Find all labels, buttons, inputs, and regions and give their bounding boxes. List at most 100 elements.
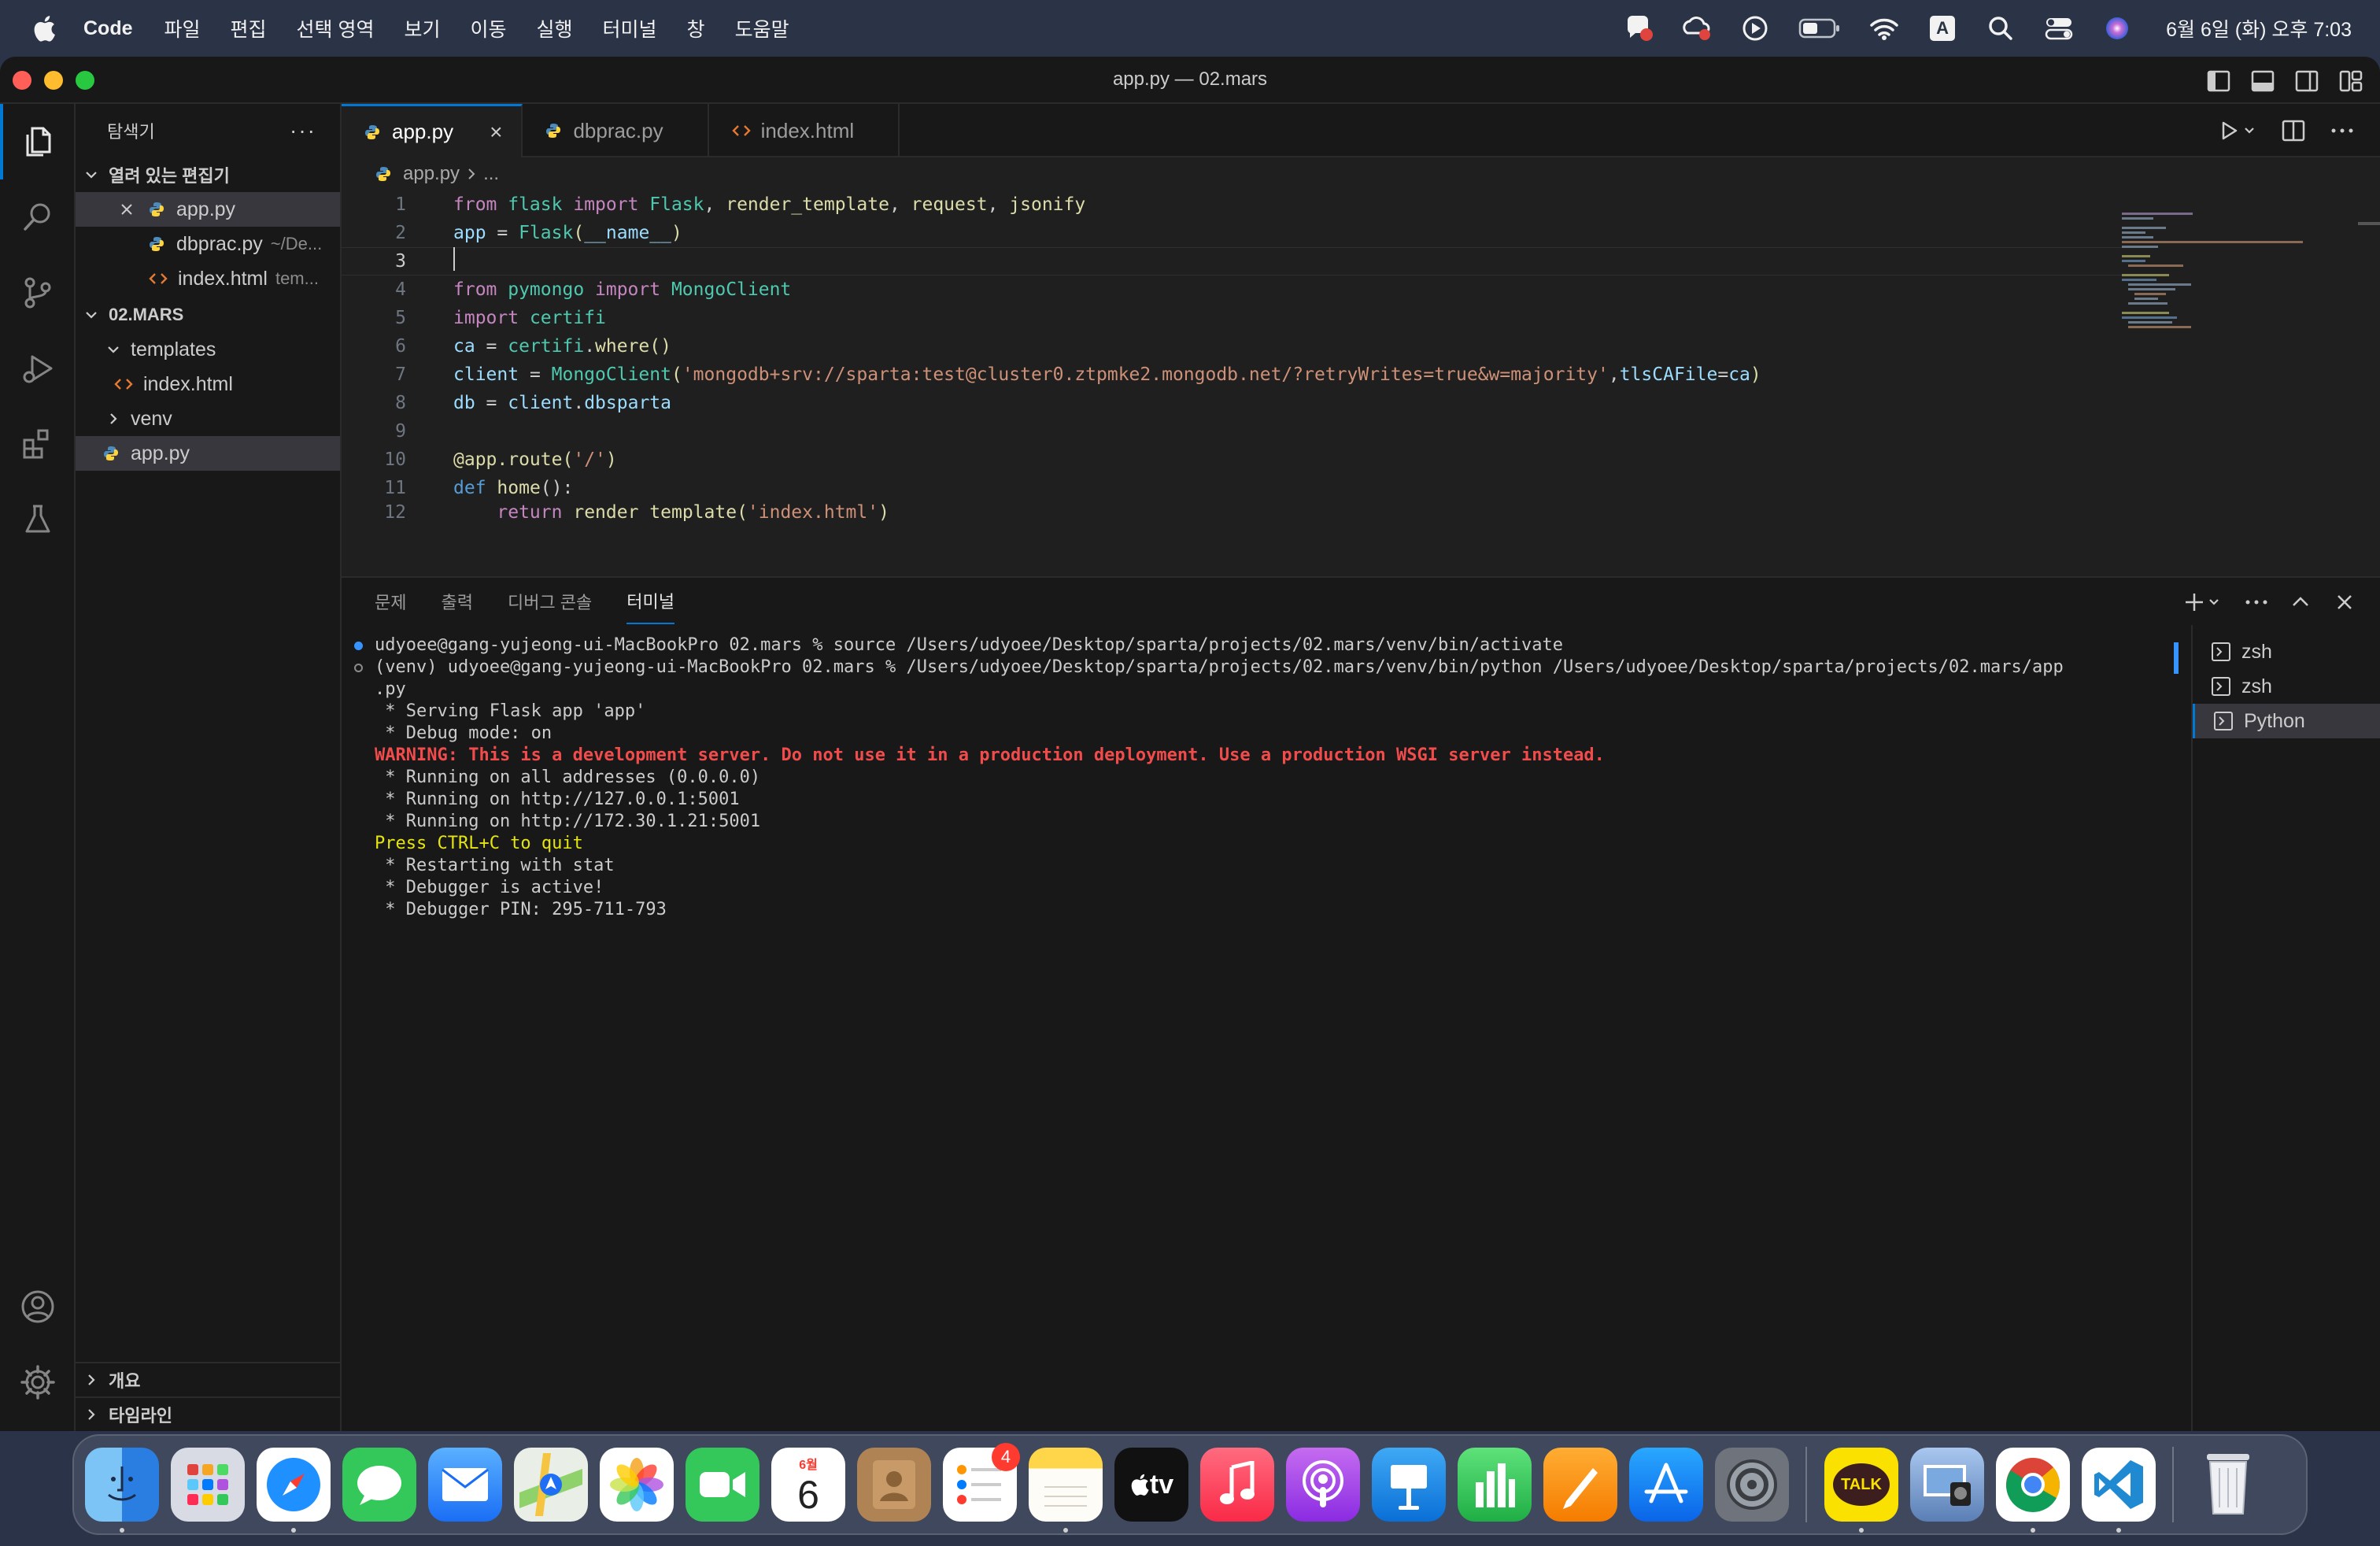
code-line[interactable]: 10 @app.route('/') [342, 446, 2152, 474]
trash-icon[interactable] [2191, 1448, 2265, 1522]
testing-flask-icon[interactable] [0, 482, 76, 557]
tab-output[interactable]: 출력 [441, 579, 472, 623]
terminal-output[interactable]: udyoee@gang-yujeong-ui-MacBookPro 02.mar… [342, 634, 2183, 921]
toggle-secondary-sidebar-icon[interactable] [2293, 68, 2320, 94]
extensions-icon[interactable] [0, 406, 76, 482]
run-python-file-icon[interactable] [2218, 117, 2259, 145]
open-editor-item-app-py[interactable]: app.py [76, 192, 340, 227]
menu-selection[interactable]: 선택 영역 [297, 14, 375, 43]
menu-run[interactable]: 실행 [537, 14, 573, 43]
timeline-section[interactable]: 타임라인 [76, 1396, 340, 1431]
open-editor-item-dbprac-py[interactable]: dbprac.py ~/De... [76, 227, 340, 261]
tab-terminal[interactable]: 터미널 [626, 579, 675, 624]
safari-icon[interactable] [257, 1448, 331, 1533]
window-minimize-button[interactable] [44, 71, 63, 90]
new-terminal-icon[interactable] [2185, 590, 2224, 614]
terminal-item-python[interactable]: Python [2193, 704, 2380, 738]
menu-file[interactable]: 파일 [164, 14, 201, 43]
app-menu-code[interactable]: Code [83, 17, 133, 40]
maps-icon[interactable] [514, 1448, 588, 1522]
settings-gear-icon[interactable] [0, 1344, 76, 1420]
play-circle-icon[interactable] [1739, 13, 1771, 44]
code-line-current[interactable]: 3 [342, 247, 2152, 276]
window-zoom-button[interactable] [76, 71, 94, 90]
wifi-icon[interactable] [1868, 13, 1900, 44]
file-app-py[interactable]: app.py [76, 436, 340, 471]
code-line[interactable]: 12 return render_template('index.html') [342, 502, 2152, 521]
kakaotalk-icon[interactable]: TALK [1824, 1448, 1898, 1533]
terminal-item-zsh-2[interactable]: zsh [2193, 669, 2380, 704]
close-panel-icon[interactable] [2333, 590, 2356, 614]
code-line[interactable]: 4 from pymongo import MongoClient [342, 276, 2152, 304]
menu-edit[interactable]: 편집 [231, 14, 267, 43]
folder-venv[interactable]: venv [76, 401, 340, 436]
notes-icon[interactable] [1029, 1448, 1103, 1533]
file-index-html[interactable]: index.html [76, 367, 340, 401]
code-line[interactable]: 1 from flask import Flask, render_templa… [342, 190, 2152, 219]
terminal-scrollbar[interactable] [2174, 642, 2179, 674]
split-editor-icon[interactable] [2279, 117, 2308, 145]
input-source-icon[interactable]: A [1927, 13, 1958, 44]
explorer-icon[interactable] [0, 104, 76, 179]
terminal-item-zsh-1[interactable]: zsh [2193, 634, 2380, 669]
mail-icon[interactable] [428, 1448, 502, 1522]
photos-icon[interactable] [600, 1448, 674, 1522]
menu-terminal[interactable]: 터미널 [603, 14, 657, 43]
command-running-dot[interactable] [354, 664, 363, 672]
tab-problems[interactable]: 문제 [375, 579, 406, 623]
window-close-button[interactable] [13, 71, 31, 90]
code-line[interactable]: 2 app = Flask(__name__) [342, 219, 2152, 247]
folder-templates[interactable]: templates [76, 332, 340, 367]
keynote-icon[interactable] [1372, 1448, 1446, 1522]
menu-window[interactable]: 창 [687, 14, 705, 43]
tab-close-icon[interactable]: × [490, 120, 502, 145]
customize-layout-icon[interactable] [2338, 68, 2364, 94]
project-folder-section[interactable]: 02.MARS [76, 298, 340, 332]
code-line[interactable]: 9 [342, 417, 2152, 446]
code-line[interactable]: 7 client = MongoClient('mongodb+srv://sp… [342, 361, 2152, 389]
command-success-dot[interactable] [354, 642, 363, 650]
terminal-link-text[interactable]: * Running on http://172.30.1.21:5001 [375, 812, 760, 831]
messages-icon[interactable] [342, 1448, 416, 1522]
close-icon[interactable] [118, 201, 135, 218]
menu-go[interactable]: 이동 [471, 14, 507, 43]
numbers-icon[interactable] [1458, 1448, 1532, 1522]
code-line[interactable]: 5 import certifi [342, 304, 2152, 332]
explorer-more-actions[interactable]: ··· [290, 118, 316, 143]
music-icon[interactable] [1200, 1448, 1274, 1522]
accounts-icon[interactable] [0, 1269, 76, 1344]
calendar-icon[interactable]: 6월 6 [771, 1448, 845, 1522]
tab-app-py[interactable]: app.py × [342, 104, 523, 157]
more-actions-icon[interactable] [2245, 590, 2268, 614]
toggle-panel-icon[interactable] [2249, 68, 2276, 94]
pages-icon[interactable] [1543, 1448, 1617, 1522]
spotlight-search-icon[interactable] [1985, 13, 2016, 44]
finder-icon[interactable] [85, 1448, 159, 1533]
facetime-icon[interactable] [686, 1448, 759, 1522]
tab-dbprac-py[interactable]: dbprac.py [523, 104, 709, 157]
vscode-icon[interactable] [2082, 1448, 2156, 1533]
terminal-link-text[interactable]: * Running on http://127.0.0.1:5001 [375, 790, 739, 809]
contacts-icon[interactable] [857, 1448, 931, 1522]
source-control-icon[interactable] [0, 255, 76, 331]
apple-tv-icon[interactable]: tv [1114, 1448, 1188, 1522]
run-and-debug-icon[interactable] [0, 331, 76, 406]
reminders-icon[interactable]: 4 [943, 1443, 1020, 1522]
tab-index-html[interactable]: index.html [709, 104, 900, 157]
podcasts-icon[interactable] [1286, 1448, 1360, 1522]
open-editors-section[interactable]: 열려 있는 편집기 [76, 157, 340, 192]
app-store-icon[interactable] [1629, 1448, 1703, 1522]
more-actions-icon[interactable] [2328, 117, 2356, 145]
code-line[interactable]: 8 db = client.dbsparta [342, 389, 2152, 417]
outline-section[interactable]: 개요 [76, 1362, 340, 1396]
apple-logo-icon[interactable] [30, 13, 58, 44]
menu-help[interactable]: 도움말 [735, 14, 789, 43]
maximize-panel-chevron-up-icon[interactable] [2289, 590, 2312, 614]
siri-icon[interactable] [2101, 13, 2133, 44]
battery-icon[interactable] [1798, 13, 1842, 44]
breadcrumb-symbols[interactable]: ... [483, 163, 499, 185]
menu-bar-clock[interactable]: 6월 6일 (화) 오후 7:03 [2166, 14, 2352, 43]
code-line[interactable]: 6 ca = certifi.where() [342, 332, 2152, 361]
minimap[interactable] [2122, 213, 2311, 338]
code-lines[interactable]: 1 from flask import Flask, render_templa… [342, 190, 2152, 521]
